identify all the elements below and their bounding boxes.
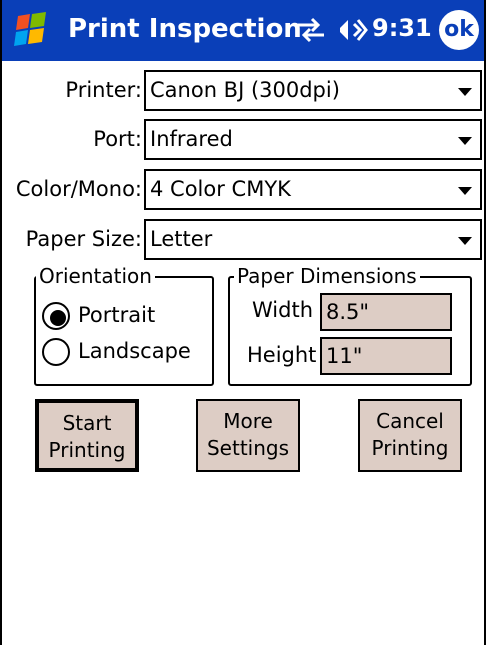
height-value: 11"	[326, 344, 363, 368]
radio-circle	[42, 302, 70, 330]
port-label: Port:	[93, 127, 142, 151]
color-mono-select[interactable]: 4 Color CMYK	[144, 169, 482, 210]
chevron-down-icon	[458, 237, 472, 245]
volume-icon[interactable]	[334, 14, 368, 46]
title-bar: Print Inspection 9:31 ok	[2, 0, 484, 61]
printer-select[interactable]: Canon BJ (300dpi)	[144, 70, 482, 111]
height-field[interactable]: 11"	[320, 337, 452, 375]
paper-size-label: Paper Size:	[25, 227, 142, 251]
start-printing-line1: Start	[62, 411, 112, 435]
paper-dimensions-title: Paper Dimensions	[234, 264, 420, 288]
color-mono-value: 4 Color CMYK	[150, 177, 291, 201]
port-select[interactable]: Infrared	[144, 119, 482, 160]
chevron-down-icon	[458, 187, 472, 195]
width-label: Width	[252, 298, 314, 322]
landscape-radio[interactable]: Landscape	[42, 338, 202, 368]
windows-start-icon[interactable]	[10, 10, 54, 50]
portrait-radio[interactable]: Portrait	[42, 302, 202, 332]
start-printing-line2: Printing	[48, 438, 126, 462]
radio-circle	[42, 338, 70, 366]
cancel-printing-line2: Printing	[371, 436, 449, 460]
printer-label: Printer:	[65, 78, 142, 102]
paper-size-value: Letter	[150, 227, 213, 251]
color-mono-label: Color/Mono:	[15, 177, 142, 201]
printer-value: Canon BJ (300dpi)	[150, 78, 340, 102]
chevron-down-icon	[458, 88, 472, 96]
more-settings-button[interactable]: More Settings	[196, 399, 300, 472]
chevron-down-icon	[458, 137, 472, 145]
orientation-title: Orientation	[36, 264, 155, 288]
radio-selected-dot	[50, 310, 66, 326]
cancel-printing-button[interactable]: Cancel Printing	[358, 399, 462, 472]
width-field[interactable]: 8.5"	[320, 293, 452, 331]
connectivity-icon[interactable]	[294, 16, 328, 44]
portrait-label: Portrait	[78, 303, 156, 327]
port-value: Infrared	[150, 127, 233, 151]
window-title: Print Inspection	[68, 14, 302, 44]
more-settings-line2: Settings	[206, 436, 290, 460]
more-settings-line1: More	[223, 409, 273, 433]
ok-button[interactable]: ok	[439, 10, 479, 50]
landscape-label: Landscape	[78, 339, 191, 363]
start-printing-button[interactable]: Start Printing	[35, 399, 139, 472]
height-label: Height	[247, 343, 317, 367]
cancel-printing-line1: Cancel	[376, 409, 444, 433]
width-value: 8.5"	[326, 300, 370, 324]
paper-size-select[interactable]: Letter	[144, 219, 482, 260]
clock-time[interactable]: 9:31	[372, 14, 432, 42]
print-inspection-screen: Print Inspection 9:31 ok Printer: Canon …	[0, 0, 486, 645]
